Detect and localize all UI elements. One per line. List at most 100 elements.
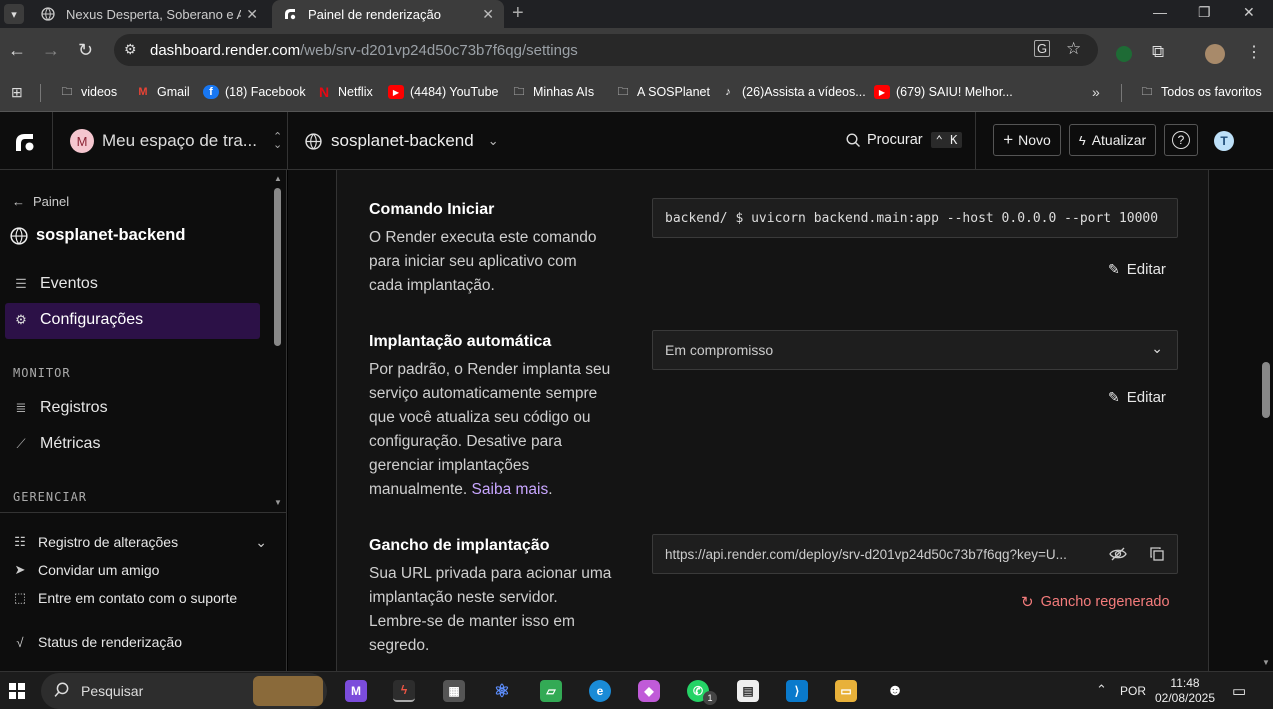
list-icon: ☰ (15, 276, 27, 291)
bookmarks-bar: ⊞ 🗀 videos M Gmail f (18) Facebook N Netflix… (0, 74, 1273, 112)
user-avatar[interactable]: T (1214, 131, 1234, 151)
scroll-down-icon[interactable]: ▼ (1262, 658, 1270, 667)
regenerate-hook-button[interactable]: ↻ Gancho regenerado (1021, 593, 1170, 611)
close-tab-icon[interactable]: ✕ (482, 6, 494, 23)
back-icon[interactable]: ← (8, 40, 26, 61)
vscode-icon[interactable]: ⟩ (786, 680, 808, 702)
render-logo-icon[interactable] (14, 131, 36, 158)
auto-deploy-description: Por padrão, o Render implanta seu serviç… (369, 361, 611, 498)
new-button[interactable]: + Novo (993, 124, 1061, 156)
file-icon[interactable]: ▤ (737, 680, 759, 702)
service-switcher[interactable]: sosplanet-backend ⌄ (305, 131, 499, 151)
bookmark-youtube[interactable]: ▶ (4484) YouTube (388, 85, 499, 99)
sidebar-item-metrics[interactable]: ⟋ Métricas (12, 435, 100, 453)
bookmark-gmail[interactable]: M Gmail (135, 85, 189, 99)
translate-icon[interactable]: G (1034, 40, 1051, 57)
bookmark-minhas-ais[interactable]: 🗀 Minhas AIs (511, 85, 595, 99)
new-tab-icon[interactable]: + (512, 2, 524, 25)
sidebar-item-settings[interactable]: ⚙ Configurações (5, 303, 260, 339)
back-to-dashboard-link[interactable]: ← Painel (12, 194, 69, 209)
restore-icon[interactable]: ❐ (1198, 4, 1211, 21)
start-command-description: O Render executa este comando para inici… (369, 229, 597, 294)
bookmark-tiktok[interactable]: ♪ (26)Assista a vídeos... (720, 85, 865, 99)
calculator-icon[interactable]: ▦ (443, 680, 465, 702)
divider (0, 512, 286, 513)
forward-icon[interactable]: → (42, 40, 60, 61)
auto-deploy-title: Implantação automática (369, 333, 552, 350)
taskbar-search[interactable]: Pesquisar (41, 673, 327, 709)
eye-off-icon[interactable] (1109, 546, 1127, 565)
clock[interactable]: 11:48 02/08/2025 (1154, 676, 1216, 706)
app-icon[interactable]: ϟ (393, 680, 415, 702)
profile-avatar[interactable] (1205, 44, 1225, 64)
search-icon (54, 682, 70, 703)
file-explorer-icon[interactable]: ▭ (835, 680, 857, 702)
edge-icon[interactable]: e (589, 680, 611, 702)
bookmark-videos[interactable]: 🗀 videos (59, 85, 118, 99)
chevron-up-icon[interactable]: ⌃ (1096, 682, 1107, 698)
folder-icon: 🗀 (1141, 85, 1153, 98)
upgrade-button[interactable]: ϟ Atualizar (1069, 124, 1156, 156)
divider (40, 84, 41, 102)
workspace-switcher[interactable]: M Meu espaço de tra... ⌃ ⌄ (70, 129, 282, 153)
page-scrollbar[interactable]: ▼ (1259, 170, 1273, 671)
scrollbar-thumb[interactable] (274, 188, 281, 346)
scrollbar-thumb[interactable] (1262, 362, 1270, 418)
url-bar[interactable]: ⚙ dashboard.render.com/web/srv-d201vp24d… (114, 34, 1098, 66)
settings-card: Comando Iniciar O Render executa este co… (336, 170, 1209, 671)
footer-item-invite[interactable]: ➤ Convidar um amigo (12, 562, 160, 578)
sidebar-item-logs[interactable]: ≣ Registros (12, 399, 108, 417)
netflix-icon: N (318, 84, 330, 100)
copy-icon[interactable] (1149, 546, 1165, 565)
bookmark-star-icon[interactable]: ☆ (1066, 39, 1081, 59)
search-button[interactable]: Procurar ⌃ K (846, 132, 963, 148)
minimize-icon[interactable]: — (1153, 4, 1167, 20)
auto-deploy-select[interactable]: Em compromisso ⌄ (652, 330, 1178, 370)
youtube-icon: ▶ (388, 85, 404, 99)
windows-start-icon[interactable] (9, 683, 25, 704)
edit-start-command-button[interactable]: ✎ Editar (1108, 261, 1166, 278)
learn-more-link[interactable]: Saiba mais (472, 481, 549, 498)
help-button[interactable]: ? (1164, 124, 1198, 156)
browser-tab-active[interactable]: Painel de renderização ✕ (272, 0, 504, 28)
react-app-icon[interactable]: ⚛ (491, 680, 513, 702)
footer-item-changelog[interactable]: ☷ Registro de alterações ⌄ (12, 534, 267, 551)
globe-icon (305, 132, 322, 150)
pencil-icon: ✎ (1108, 389, 1120, 405)
menu-dots-icon[interactable]: ⋮ (1246, 42, 1262, 62)
sidebar-item-events[interactable]: ☰ Eventos (12, 275, 98, 293)
bookmark-netflix[interactable]: N Netflix (316, 84, 373, 100)
m365-icon[interactable]: M (345, 680, 367, 702)
app-icon[interactable]: ▱ (540, 680, 562, 702)
reload-icon[interactable]: ↻ (78, 40, 93, 61)
footer-item-support[interactable]: ⬚ Entre em contato com o suporte (12, 590, 237, 606)
close-tab-icon[interactable]: ✕ (246, 6, 258, 23)
copilot-icon[interactable]: ◆ (638, 680, 660, 702)
more-bookmarks-icon[interactable]: » (1092, 84, 1100, 100)
sidebar-scrollbar[interactable]: ▲ ▼ (271, 174, 285, 508)
notifications-icon[interactable]: ▭ (1232, 682, 1246, 700)
language-indicator[interactable]: POR (1120, 684, 1146, 698)
discord-icon[interactable]: ☻ (884, 680, 906, 702)
close-window-icon[interactable]: ✕ (1243, 4, 1255, 21)
address-bar-row: ← → ↻ ⚙ dashboard.render.com/web/srv-d20… (0, 28, 1273, 74)
logs-icon: ≣ (15, 400, 27, 415)
search-label: Procurar (867, 132, 923, 148)
scroll-up-icon[interactable]: ▲ (274, 174, 282, 183)
footer-item-status[interactable]: √ Status de renderização (12, 634, 182, 650)
browser-tab[interactable]: Nexus Desperta, Soberano e Au ✕ (30, 0, 268, 28)
main-content: Comando Iniciar O Render executa este co… (288, 170, 1273, 671)
extension-icon[interactable] (1116, 46, 1132, 62)
apps-grid-icon[interactable]: ⊞ (11, 84, 23, 101)
site-settings-icon[interactable]: ⚙ (124, 41, 137, 58)
bookmark-youtube-2[interactable]: ▶ (679) SAIU! Melhor... (874, 85, 1013, 99)
bookmark-facebook[interactable]: f (18) Facebook (203, 85, 306, 99)
extensions-puzzle-icon[interactable]: ⧉ (1152, 42, 1164, 62)
pencil-icon: ✎ (1108, 261, 1120, 277)
bookmark-sosplanet[interactable]: 🗀 A SOSPlanet (615, 85, 710, 99)
tab-search-button[interactable]: ▾ (4, 4, 24, 24)
scroll-down-icon[interactable]: ▼ (274, 498, 282, 507)
edit-auto-deploy-button[interactable]: ✎ Editar (1108, 389, 1166, 406)
all-bookmarks[interactable]: 🗀 Todos os favoritos (1139, 85, 1262, 99)
folder-icon: 🗀 (617, 85, 629, 98)
